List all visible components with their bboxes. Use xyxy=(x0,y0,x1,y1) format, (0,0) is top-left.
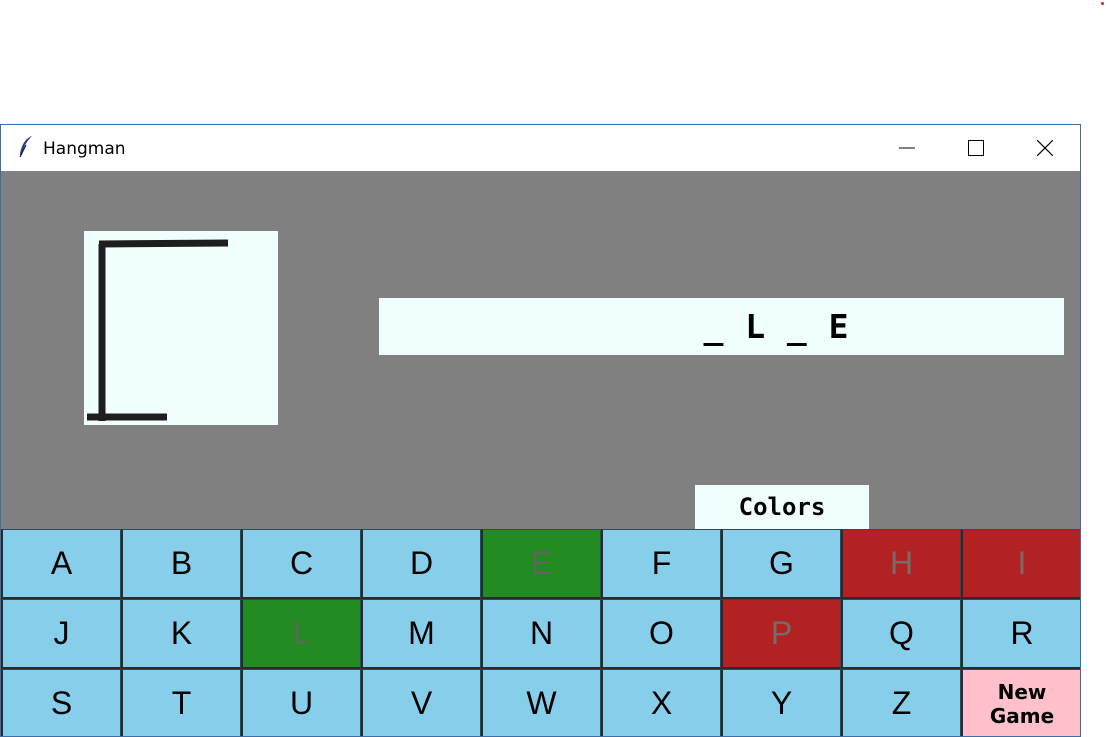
gallows-icon xyxy=(87,239,229,421)
key-h[interactable]: H xyxy=(841,529,961,599)
key-l[interactable]: L xyxy=(241,599,361,669)
maximize-button[interactable] xyxy=(942,125,1010,171)
key-u[interactable]: U xyxy=(241,669,361,736)
red-dot xyxy=(1101,2,1104,5)
maximize-icon xyxy=(968,140,984,156)
close-button[interactable] xyxy=(1011,125,1079,171)
key-n[interactable]: N xyxy=(481,599,601,669)
key-f[interactable]: F xyxy=(601,529,721,599)
hangman-window: Hangman _ L _ E Colors ABCDEFGHI JKLMNOPQ… xyxy=(0,124,1081,737)
key-z[interactable]: Z xyxy=(841,669,961,736)
minimize-icon xyxy=(899,147,915,149)
key-q[interactable]: Q xyxy=(841,599,961,669)
key-y[interactable]: Y xyxy=(721,669,841,736)
key-p[interactable]: P xyxy=(721,599,841,669)
key-r[interactable]: R xyxy=(961,599,1080,669)
colors-button[interactable]: Colors xyxy=(695,485,869,529)
key-k[interactable]: K xyxy=(121,599,241,669)
feather-icon xyxy=(19,136,32,158)
title-bar: Hangman xyxy=(1,125,1080,171)
new-game-button[interactable]: New Game xyxy=(961,669,1080,736)
key-c[interactable]: C xyxy=(241,529,361,599)
window-title: Hangman xyxy=(43,139,126,159)
new-game-label-line: Game xyxy=(989,703,1055,728)
letter-keyboard: A B C D E F G H I J K L M N O P Q R S T U V W X Y Z New Game xyxy=(1,529,1080,736)
key-s[interactable]: S xyxy=(1,669,121,736)
key-o[interactable]: O xyxy=(601,599,721,669)
word-display: _ L _ E xyxy=(379,298,1064,355)
gallows-image xyxy=(84,231,278,425)
key-d[interactable]: D xyxy=(361,529,481,599)
key-a[interactable]: A xyxy=(1,529,121,599)
key-v[interactable]: V xyxy=(361,669,481,736)
key-t[interactable]: T xyxy=(121,669,241,736)
key-e[interactable]: E xyxy=(481,529,601,599)
key-i[interactable]: I xyxy=(961,529,1080,599)
key-b[interactable]: B xyxy=(121,529,241,599)
game-area: _ L _ E Colors xyxy=(1,171,1080,529)
key-g[interactable]: G xyxy=(721,529,841,599)
key-x[interactable]: X xyxy=(601,669,721,736)
minimize-button[interactable] xyxy=(873,125,941,171)
key-j[interactable]: J xyxy=(1,599,121,669)
new-game-label-line: New xyxy=(997,679,1047,704)
key-m[interactable]: M xyxy=(361,599,481,669)
close-icon xyxy=(1037,140,1053,156)
key-w[interactable]: W xyxy=(481,669,601,736)
